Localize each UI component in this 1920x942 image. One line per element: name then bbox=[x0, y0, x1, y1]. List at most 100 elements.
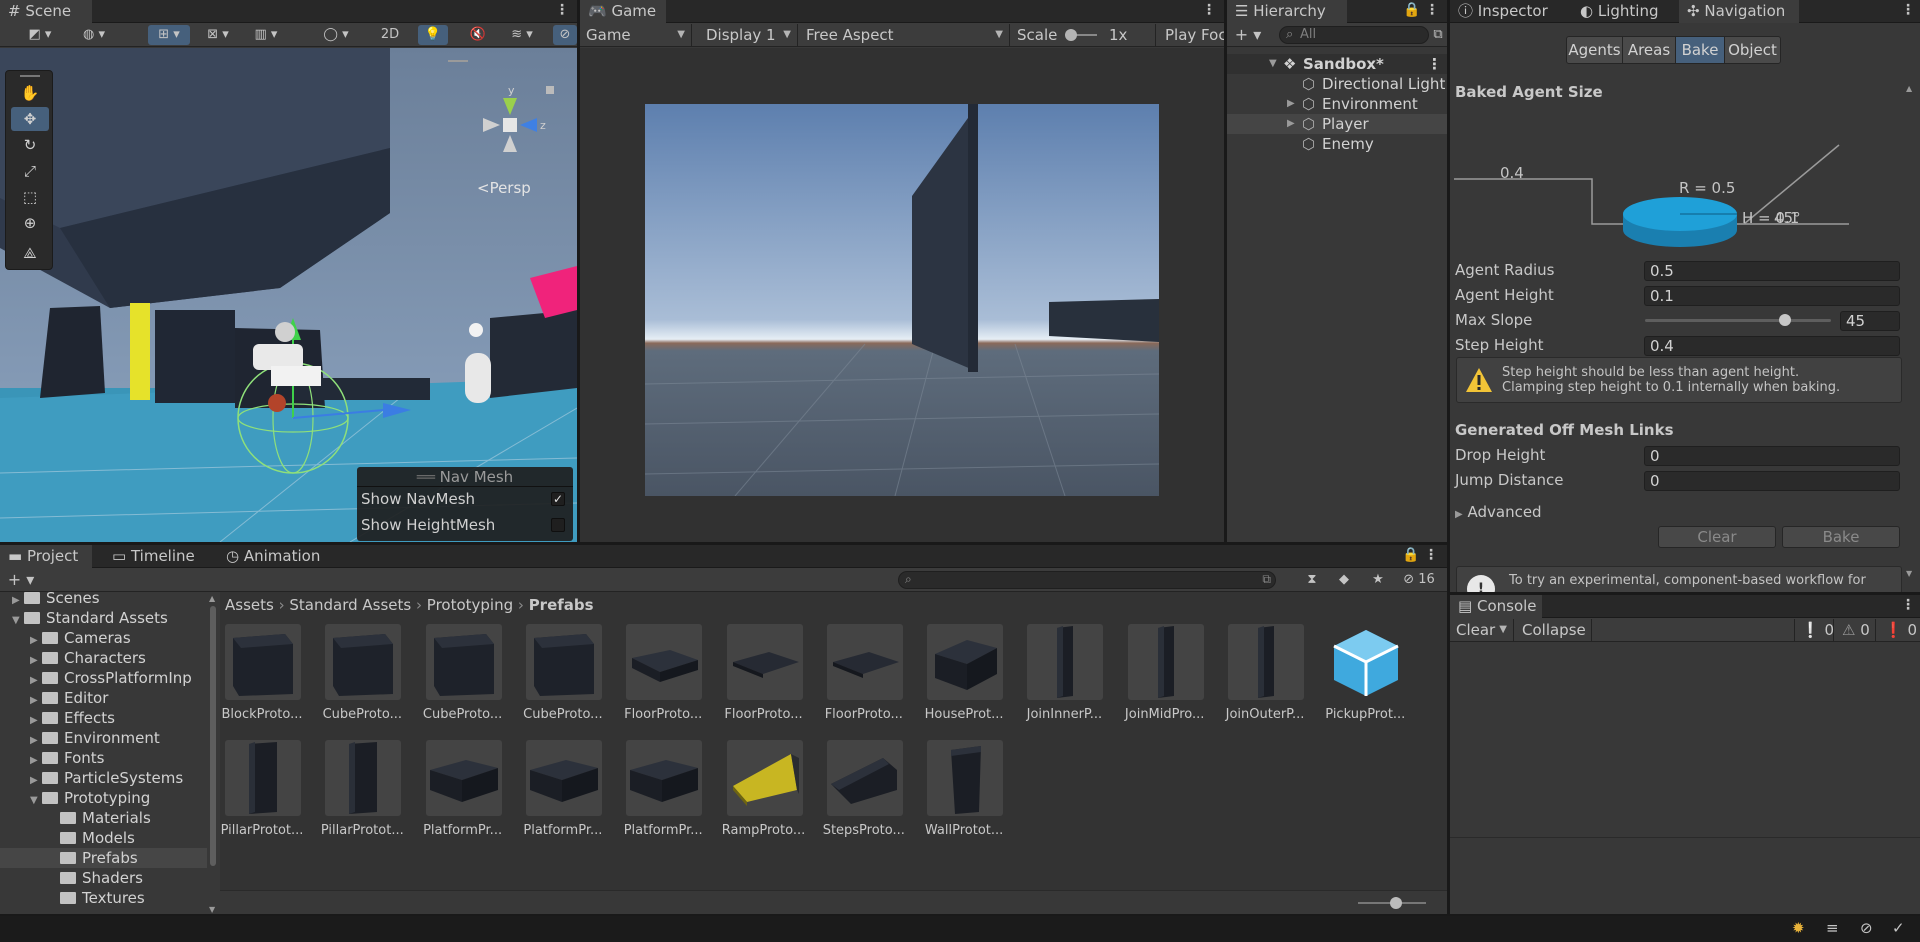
agent-height-field[interactable]: 0.1 bbox=[1644, 286, 1900, 306]
create-asset-button[interactable]: + ▾ bbox=[4, 570, 38, 590]
hierarchy-item[interactable]: ▶ ⬡ Environment bbox=[1227, 94, 1447, 114]
folder-tree-item[interactable]: Models bbox=[0, 828, 207, 848]
agent-radius-field[interactable]: 0.5 bbox=[1644, 261, 1900, 281]
folder-tree-item[interactable]: ▶ CrossPlatformInp bbox=[0, 668, 207, 688]
tab-game[interactable]: 🎮 Game bbox=[580, 0, 666, 23]
tab-hierarchy[interactable]: ☰ Hierarchy bbox=[1227, 0, 1347, 23]
hierarchy-menu-icon[interactable]: ⋮ bbox=[1425, 2, 1439, 18]
hierarchy-item[interactable]: ▶ ⬡ Player bbox=[1227, 114, 1447, 134]
segment-agents[interactable]: Agents bbox=[1566, 36, 1623, 64]
tab-project[interactable]: ▬ Project bbox=[0, 545, 92, 568]
asset-item[interactable]: CubeProto... bbox=[513, 616, 603, 726]
projection-label[interactable]: <Persp bbox=[477, 179, 531, 197]
asset-item[interactable]: JoinOuterP... bbox=[1215, 616, 1305, 726]
collapse-toggle[interactable]: Collapse bbox=[1516, 619, 1592, 641]
tab-scene[interactable]: # Scene bbox=[0, 0, 92, 23]
hand-tool-icon[interactable]: ✋ bbox=[11, 81, 49, 105]
rotate-tool-icon[interactable]: ↻ bbox=[11, 133, 49, 157]
folder-tree-item[interactable]: Shaders bbox=[0, 868, 207, 888]
hierarchy-scene-row[interactable]: ▼ ❖ Sandbox* ⋮ bbox=[1227, 54, 1447, 74]
rect-tool-icon[interactable]: ⬚ bbox=[11, 185, 49, 209]
tab-timeline[interactable]: ▭ Timeline bbox=[104, 545, 202, 568]
folder-tree-item[interactable]: ▶ Fonts bbox=[0, 748, 207, 768]
asset-item[interactable]: PickupProt... bbox=[1315, 616, 1405, 726]
effects-toggle-icon[interactable]: ≋ ▾ bbox=[502, 25, 542, 45]
check-icon[interactable]: ✓ bbox=[1892, 919, 1905, 937]
asset-item[interactable]: JoinMidPro... bbox=[1115, 616, 1205, 726]
scene-visibility-icon[interactable]: ⧉ bbox=[1430, 25, 1446, 45]
folder-tree-item[interactable]: ▶ Cameras bbox=[0, 628, 207, 648]
aspect-dropdown[interactable]: Free Aspect ▼ bbox=[800, 24, 1010, 46]
warning-filter-toggle[interactable]: ⚠ 0 bbox=[1836, 619, 1876, 641]
asset-item[interactable]: FloorProto... bbox=[714, 616, 804, 726]
bake-button[interactable]: Bake bbox=[1782, 526, 1900, 548]
asset-item[interactable]: PlatformPr... bbox=[413, 732, 503, 842]
snap-increment-button[interactable]: ⊠ ▾ bbox=[198, 25, 238, 45]
console-clear-dropdown[interactable]: Clear ▼ bbox=[1450, 619, 1514, 641]
search-options-icon[interactable]: ⧉ bbox=[1262, 572, 1271, 587]
sun-bake-icon[interactable]: ✹ bbox=[1792, 919, 1805, 937]
folder-tree-item[interactable]: Textures bbox=[0, 888, 207, 908]
draw-mode-button[interactable]: ◩ ▾ bbox=[20, 25, 60, 45]
max-slope-field[interactable]: 45 bbox=[1840, 311, 1900, 331]
favorite-icon[interactable]: ★ bbox=[1368, 570, 1388, 590]
segment-areas[interactable]: Areas bbox=[1622, 36, 1676, 64]
chevron-right-icon[interactable]: ▶ bbox=[1287, 114, 1295, 134]
asset-item[interactable]: CubeProto... bbox=[413, 616, 503, 726]
tab-console[interactable]: ▤ Console bbox=[1450, 595, 1542, 618]
folder-tree-item[interactable]: ▶ Environment bbox=[0, 728, 207, 748]
hierarchy-item[interactable]: ⬡ Directional Light bbox=[1227, 74, 1447, 94]
grid-visibility-button[interactable]: ▥ ▾ bbox=[246, 25, 286, 45]
max-slope-slider-thumb[interactable] bbox=[1778, 314, 1791, 326]
folder-tree-item[interactable]: ▶ Effects bbox=[0, 708, 207, 728]
game-mode-dropdown[interactable]: Game ▼ bbox=[580, 24, 692, 46]
folder-tree-item[interactable]: ▶ Scenes bbox=[0, 588, 207, 608]
asset-item[interactable]: PlatformPr... bbox=[613, 732, 703, 842]
folder-tree-item[interactable]: ▶ Characters bbox=[0, 648, 207, 668]
scale-slider-thumb[interactable] bbox=[1065, 29, 1077, 41]
tab-animation[interactable]: ◷ Animation bbox=[218, 545, 324, 568]
filter-type-icon[interactable]: ⧗ bbox=[1302, 570, 1322, 590]
hierarchy-item[interactable]: ⬡ Enemy bbox=[1227, 134, 1447, 154]
scene-menu-icon[interactable]: ⋮ bbox=[555, 2, 569, 18]
tab-navigation[interactable]: ✣ Navigation bbox=[1679, 0, 1799, 23]
lighting-toggle-icon[interactable]: 💡 bbox=[418, 25, 448, 45]
game-viewport[interactable] bbox=[580, 48, 1224, 542]
audio-toggle-icon[interactable]: 🔇 bbox=[463, 25, 493, 45]
chevron-right-icon[interactable]: ▶ bbox=[1287, 94, 1295, 114]
breadcrumb-item[interactable]: Assets bbox=[225, 596, 274, 614]
asset-item[interactable]: BlockProto... bbox=[212, 616, 303, 726]
project-menu-icon[interactable]: ⋮ bbox=[1424, 547, 1438, 563]
console-menu-icon[interactable]: ⋮ bbox=[1901, 597, 1915, 613]
asset-item[interactable]: FloorProto... bbox=[814, 616, 904, 726]
error-filter-toggle[interactable]: ❗ 0 bbox=[1878, 619, 1920, 641]
segment-object[interactable]: Object bbox=[1724, 36, 1781, 64]
advanced-foldout[interactable]: ▶ Advanced bbox=[1455, 503, 1542, 521]
folder-tree-item[interactable]: ▼ Prototyping bbox=[0, 788, 207, 808]
breadcrumb-item[interactable]: Prototyping bbox=[427, 596, 513, 614]
folder-tree-item[interactable]: Materials bbox=[0, 808, 207, 828]
asset-item[interactable]: StepsProto... bbox=[814, 732, 905, 842]
tab-inspector[interactable]: ⓘ Inspector bbox=[1450, 0, 1570, 23]
debug-off-icon[interactable]: ⊘ bbox=[1860, 919, 1873, 937]
asset-item[interactable]: PillarProtot... bbox=[212, 732, 303, 842]
label-icon[interactable]: ◆ bbox=[1334, 570, 1354, 590]
scale-tool-icon[interactable]: ⤢ bbox=[11, 159, 49, 183]
add-object-button[interactable]: + ▾ bbox=[1231, 25, 1265, 45]
thumbnail-size-thumb[interactable] bbox=[1390, 897, 1402, 909]
asset-item[interactable]: CubeProto... bbox=[312, 616, 402, 726]
hierarchy-search-input[interactable]: ⌕ All bbox=[1279, 26, 1429, 44]
display-dropdown[interactable]: Display 1 ▼ bbox=[700, 24, 798, 46]
max-slope-slider-track[interactable] bbox=[1645, 319, 1831, 322]
play-focused-dropdown[interactable]: Play Foc bbox=[1159, 24, 1224, 46]
transform-tool-icon[interactable]: ⊕ bbox=[11, 211, 49, 235]
project-search-input[interactable]: ⌕ ⧉ bbox=[898, 571, 1276, 589]
folder-tree-item[interactable]: ▶ ParticleSystems bbox=[0, 768, 207, 788]
folder-tree-item[interactable]: ▼ Standard Assets bbox=[0, 608, 207, 628]
folder-tree-item[interactable]: Prefabs bbox=[0, 848, 207, 868]
show-navmesh-checkbox[interactable]: ✓ bbox=[551, 492, 565, 506]
asset-item[interactable]: WallProtot... bbox=[914, 732, 1004, 842]
view-gizmo[interactable]: y z bbox=[465, 80, 555, 170]
custom-tool-icon[interactable]: ⟁ bbox=[11, 241, 49, 265]
shading-button[interactable]: ◯ ▾ bbox=[316, 25, 356, 45]
